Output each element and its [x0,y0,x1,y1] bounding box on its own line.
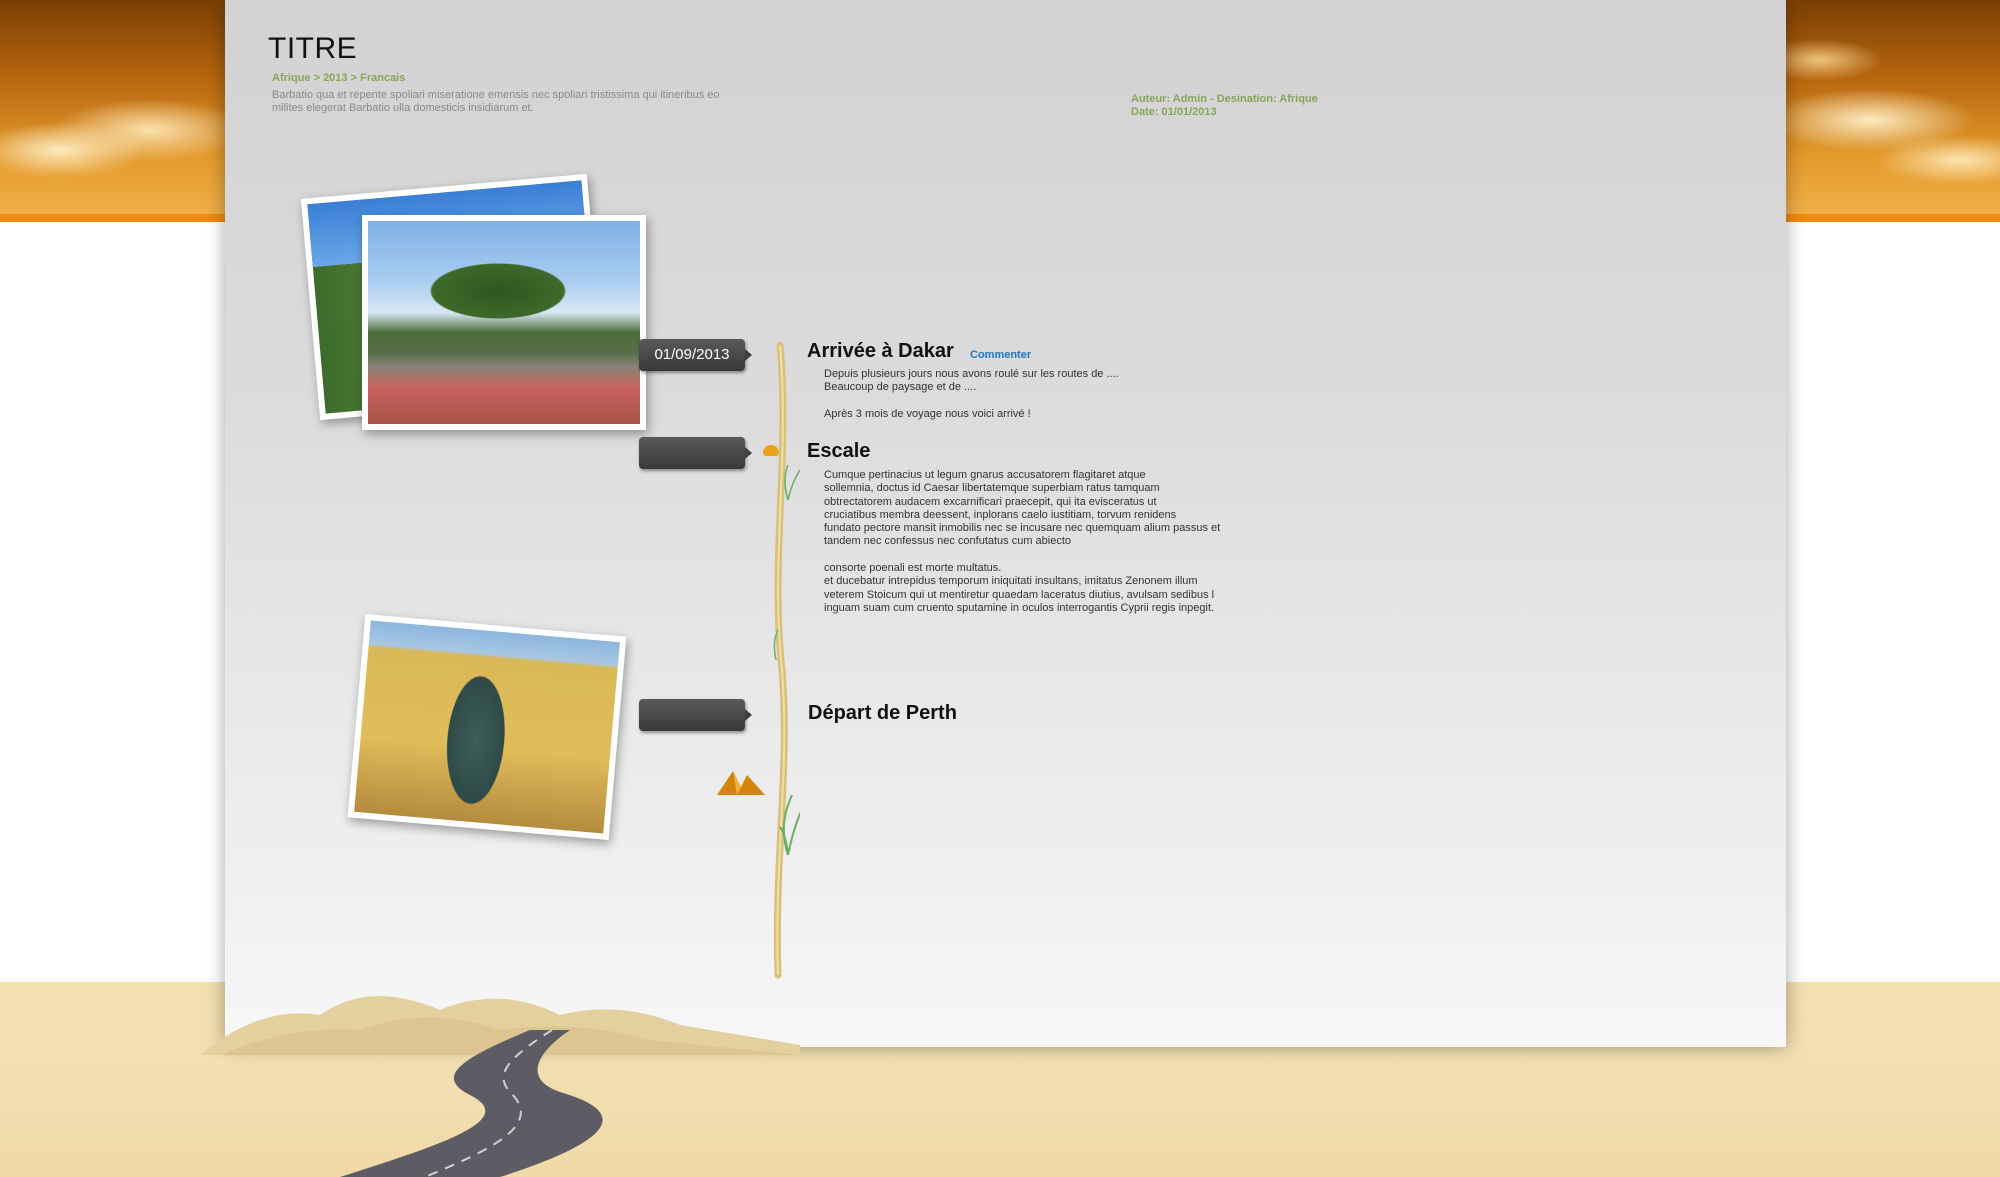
author-destination: Auteur: Admin - Desination: Afrique [1131,93,1318,105]
photo-courtyard-statue[interactable] [347,613,627,841]
post-meta: Auteur: Admin - Desination: Afrique Date… [1131,93,1318,119]
breadcrumb-item-francais[interactable]: Francais [360,72,405,84]
page-title: TITRE [268,32,358,65]
timeline-date-tag: 01/09/2013 [639,339,752,371]
timeline-date-tag [639,437,752,469]
breadcrumb-separator: > [313,72,320,84]
breadcrumb: Afrique > 2013 > Francais [272,72,405,84]
entry-title-dakar[interactable]: Arrivée à Dakar [807,340,954,363]
entry-title-escale[interactable]: Escale [807,440,870,463]
breadcrumb-item-afrique[interactable]: Afrique [272,72,311,84]
winding-road [340,1030,603,1177]
comment-link[interactable]: Commenter [970,349,1031,361]
timeline-date-tag [639,699,752,731]
photo-park-tree[interactable] [362,215,646,430]
breadcrumb-separator: > [350,72,358,84]
intro-text: Barbatio qua et repente spoliari miserat… [272,89,720,114]
bamboo-timeline-pole [773,341,800,979]
breadcrumb-item-2013[interactable]: 2013 [323,72,347,84]
sun-marker-icon [763,445,779,456]
entry-body-escale: Cumque pertinacius ut legum gnarus accus… [824,469,1221,614]
entry-body-dakar: Depuis plusieurs jours nous avons roulé … [824,368,1119,420]
post-date: Date: 01/01/2013 [1131,106,1217,118]
pyramid-icon [717,771,765,795]
entry-title-perth[interactable]: Départ de Perth [808,702,957,725]
